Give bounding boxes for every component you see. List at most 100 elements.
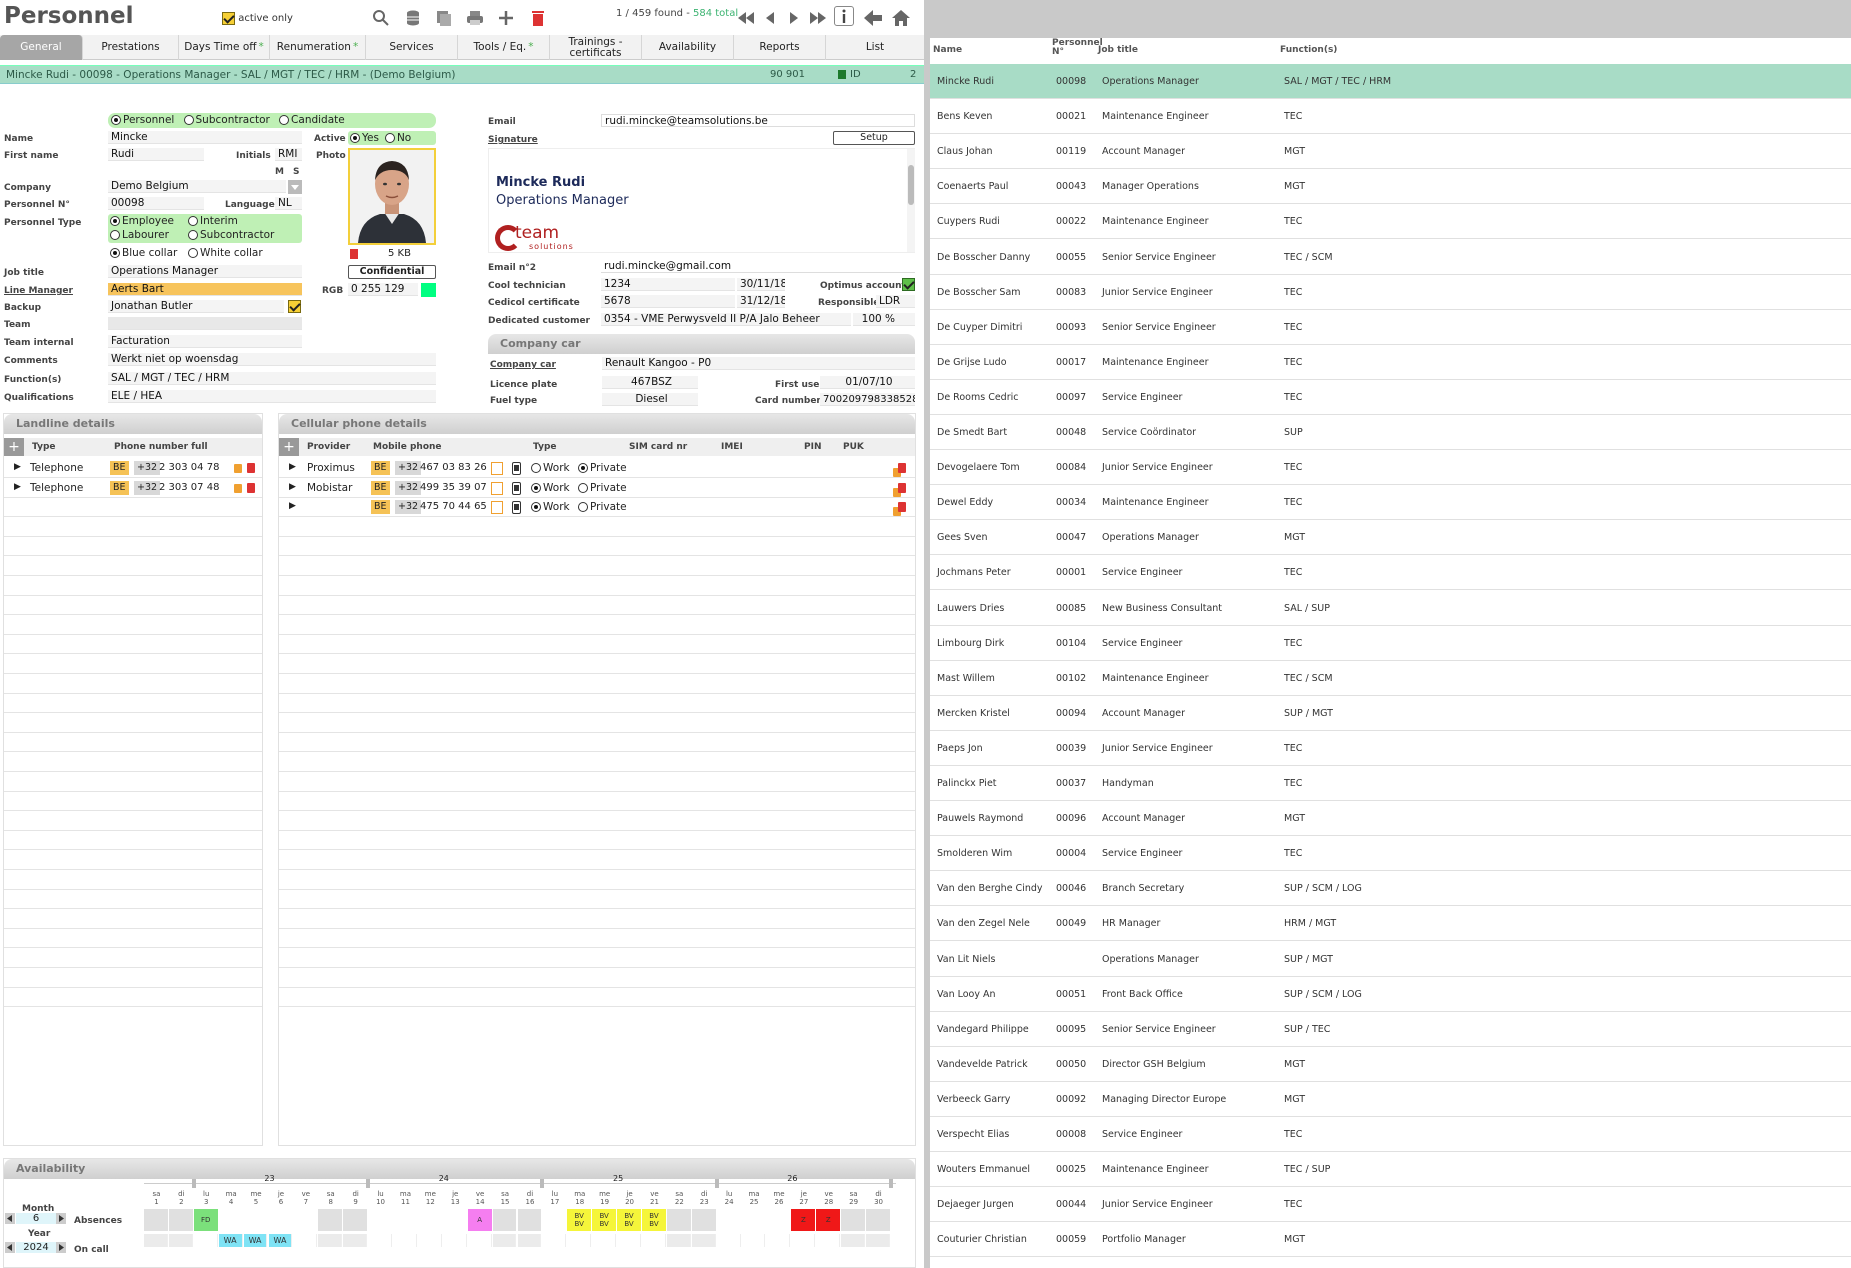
tab-tools[interactable]: Tools / Eq. *: [458, 35, 550, 60]
mobile-row[interactable]: [279, 616, 915, 635]
absence-cell[interactable]: [542, 1209, 567, 1231]
list-row[interactable]: Verbeeck Garry 00092 Managing Director Eur…: [930, 1082, 1851, 1117]
delete-icon[interactable]: [247, 463, 255, 473]
absence-cell[interactable]: [666, 1209, 691, 1231]
absence-cell[interactable]: BV BV: [567, 1209, 592, 1231]
absence-cell[interactable]: FD: [193, 1209, 218, 1231]
type-work-radio[interactable]: Work: [531, 462, 570, 474]
landline-row[interactable]: [4, 498, 262, 518]
expand-arrow-icon[interactable]: ▶: [14, 482, 21, 492]
landline-row[interactable]: [4, 851, 262, 870]
absence-cell[interactable]: [691, 1209, 716, 1231]
info-icon[interactable]: [834, 6, 854, 26]
list-row[interactable]: Van Looy An 00051 Front Back Office SUP / S…: [930, 977, 1851, 1012]
list-row[interactable]: De Smedt Bart 00048 Service Coördinator SUP: [930, 415, 1851, 450]
landline-row[interactable]: [4, 537, 262, 557]
last-record-icon[interactable]: [807, 7, 829, 29]
collar-blue[interactable]: Blue collar: [110, 246, 182, 260]
mobile-row[interactable]: [279, 694, 915, 714]
fuel-type-field[interactable]: Diesel: [602, 393, 698, 406]
search-icon[interactable]: [370, 7, 392, 29]
mobile-row[interactable]: [279, 812, 915, 831]
on-call-cell[interactable]: [866, 1234, 890, 1247]
signature-scrollbar[interactable]: [907, 149, 915, 252]
landline-row[interactable]: [4, 831, 262, 851]
signature-preview[interactable]: Mincke Rudi Operations Manager team solu…: [488, 148, 915, 253]
mobile-row[interactable]: [279, 929, 915, 949]
ptype-employee[interactable]: Employee: [110, 214, 182, 228]
mobile-row[interactable]: [279, 596, 915, 616]
on-call-cell[interactable]: [642, 1234, 666, 1247]
add-mobile-icon[interactable]: +: [279, 438, 299, 456]
on-call-cell[interactable]: WA: [243, 1234, 268, 1247]
tab-list[interactable]: List: [826, 35, 924, 60]
landline-row[interactable]: [4, 988, 262, 1008]
absence-cell[interactable]: [517, 1209, 542, 1231]
delete-icon[interactable]: [247, 482, 255, 493]
expand-arrow-icon[interactable]: ▶: [289, 501, 296, 511]
tab-renumeration[interactable]: Renumeration *: [270, 35, 366, 60]
list-row[interactable]: Vandevelde Patrick 00050 Director GSH Belg…: [930, 1047, 1851, 1082]
list-row[interactable]: Van den Berghe Cindy 00046 Branch Secretar…: [930, 871, 1851, 907]
add-icon[interactable]: [495, 7, 517, 29]
email-field[interactable]: rudi.mincke@teamsolutions.be: [601, 114, 915, 127]
backup-field[interactable]: Jonathan Butler: [108, 300, 284, 313]
confidential-button[interactable]: Confidential: [348, 265, 436, 279]
setup-button[interactable]: Setup: [833, 131, 915, 145]
next-record-icon[interactable]: [783, 7, 805, 29]
list-row[interactable]: Mercken Kristel 00094 Account Manager SUP /…: [930, 696, 1851, 731]
absence-cell[interactable]: Z: [816, 1209, 841, 1231]
on-call-cell[interactable]: [417, 1234, 442, 1247]
list-row[interactable]: Smolderen Wim 00004 Service Engineer TEC: [930, 836, 1851, 872]
mobile-row[interactable]: [279, 831, 915, 851]
list-row[interactable]: Cuypers Rudi 00022 Maintenance Engineer TEC: [930, 204, 1851, 240]
absence-cell[interactable]: [293, 1209, 318, 1231]
absence-cell[interactable]: [318, 1209, 343, 1231]
list-row[interactable]: De Rooms Cedric 00097 Service Engineer TEC: [930, 380, 1851, 415]
mobile-number[interactable]: 499 35 39 07: [420, 482, 487, 493]
month-prev-icon[interactable]: [5, 1213, 15, 1224]
first-use-field[interactable]: 01/07/10: [820, 376, 915, 389]
month-field[interactable]: 6: [16, 1213, 56, 1224]
list-row[interactable]: Lauwers Dries 00085 New Business Consultan…: [930, 591, 1851, 626]
list-row[interactable]: Dejaeger Jurgen 00044 Junior Service Engin…: [930, 1187, 1851, 1223]
list-row[interactable]: Pauwels Raymond 00096 Account Manager MGT: [930, 801, 1851, 837]
absence-cell[interactable]: [766, 1209, 791, 1231]
mobile-row[interactable]: [279, 655, 915, 674]
on-call-cell[interactable]: [193, 1234, 218, 1247]
ptype-labourer[interactable]: Labourer: [110, 228, 182, 242]
on-call-cell[interactable]: [343, 1234, 368, 1247]
on-call-cell[interactable]: [368, 1234, 392, 1247]
on-call-cell[interactable]: [766, 1234, 791, 1247]
active-only-checkbox[interactable]: [222, 12, 235, 25]
first-name-field[interactable]: Rudi: [108, 148, 204, 161]
line-manager-label[interactable]: Line Manager: [4, 286, 73, 296]
landline-row[interactable]: [4, 733, 262, 753]
type-private-radio[interactable]: Private: [578, 482, 627, 494]
mobile-row[interactable]: [279, 969, 915, 988]
email2-field[interactable]: rudi.mincke@gmail.com: [601, 260, 915, 273]
add-landline-icon[interactable]: +: [4, 438, 24, 456]
list-row[interactable]: Van den Zegel Nele 00049 HR Manager HRM / M…: [930, 906, 1851, 942]
cedicol-field[interactable]: 5678: [601, 295, 735, 308]
lock-icon[interactable]: [234, 464, 242, 473]
tab-trainings[interactable]: Trainings - certificats: [550, 35, 642, 60]
mobile-row[interactable]: [279, 753, 915, 772]
landline-row[interactable]: [4, 694, 262, 714]
mobile-row[interactable]: [279, 714, 915, 733]
first-record-icon[interactable]: [735, 7, 757, 29]
dedicated-customer-field[interactable]: 0354 - VME Perwysveld II P/A Jalo Beheer: [601, 313, 851, 326]
on-call-cell[interactable]: [144, 1234, 168, 1247]
landline-row[interactable]: [4, 518, 262, 537]
mobile-row[interactable]: [279, 537, 915, 557]
list-row[interactable]: Limbourg Dirk 00104 Service Engineer TEC: [930, 626, 1851, 661]
cedicol-date[interactable]: 31/12/18: [737, 295, 785, 308]
on-call-cell[interactable]: WA: [268, 1234, 293, 1247]
company-car-field[interactable]: Renault Kangoo - P0: [602, 357, 915, 370]
job-title-field[interactable]: Operations Manager: [108, 265, 302, 278]
rgb-swatch[interactable]: [421, 283, 436, 297]
list-row[interactable]: Couturier Christian 00059 Portfolio Manage…: [930, 1222, 1851, 1258]
list-row[interactable]: Mast Willem 00102 Maintenance Engineer TEC …: [930, 661, 1851, 696]
absence-cell[interactable]: A: [467, 1209, 492, 1231]
list-row[interactable]: Gees Sven 00047 Operations Manager MGT: [930, 520, 1851, 556]
